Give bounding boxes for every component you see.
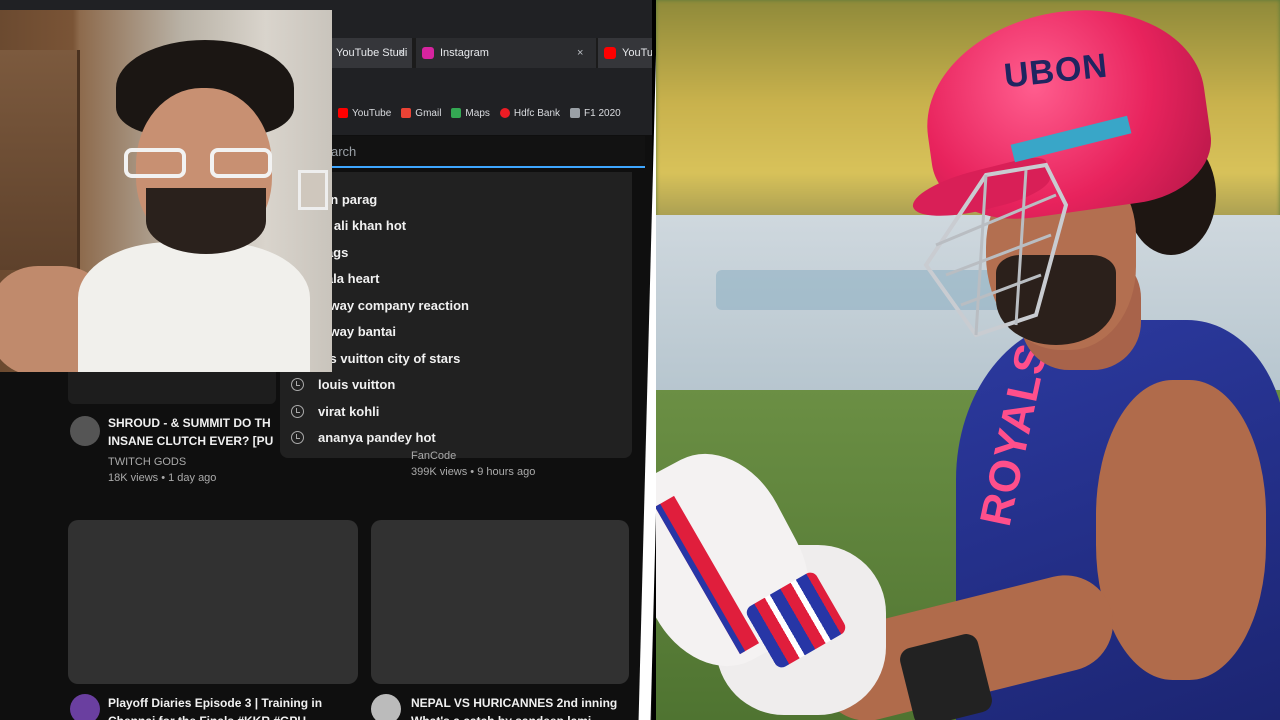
search-suggestions-dropdown: ran parag ra ali khan hot nags pala hear… — [280, 172, 632, 458]
suggestion-text: virat kohli — [318, 403, 380, 419]
video-stats: 399K views • 9 hours ago — [411, 466, 536, 478]
video-title[interactable]: SHROUD - & SUMMIT DO TH — [108, 414, 273, 432]
suggestion-item[interactable]: niway bantai — [280, 318, 632, 344]
video-stats: 18K views • 1 day ago — [108, 472, 217, 484]
history-icon — [291, 430, 304, 444]
tab-label: Instagram — [440, 47, 489, 59]
history-icon — [291, 404, 304, 418]
video-title[interactable]: What's a catch by sandeep lami — [411, 712, 617, 720]
suggestion-item[interactable]: niway company reaction — [280, 292, 632, 318]
cricketer-photo: ROYALS UBON — [656, 0, 1280, 720]
suggestion-text: ananya pandey hot — [318, 429, 436, 445]
youtube-icon — [604, 47, 616, 59]
close-icon[interactable]: × — [398, 47, 404, 59]
gmail-icon — [401, 108, 412, 118]
tab-label: YouTube Studi — [336, 47, 408, 59]
channel-avatar[interactable] — [70, 416, 100, 446]
video-meta: Playoff Diaries Episode 3 | Training in … — [108, 694, 322, 720]
tab-instagram[interactable]: Instagram × — [416, 38, 596, 68]
channel-name[interactable]: TWITCH GODS — [108, 456, 273, 468]
channel-avatar[interactable] — [371, 694, 401, 720]
bookmark-gmail[interactable]: Gmail — [401, 108, 441, 119]
channel-avatar[interactable] — [70, 694, 100, 720]
webcam-vest — [78, 242, 310, 372]
video-thumbnail[interactable] — [68, 520, 358, 684]
webcam-photo-frame — [298, 170, 328, 210]
search-placeholder: arch — [331, 143, 357, 159]
tab-youtube-studio[interactable]: YouTube Studi × — [330, 38, 412, 68]
close-icon[interactable]: × — [577, 47, 583, 59]
bookmark-label: YouTube — [352, 107, 392, 119]
suggestion-text: louis vuitton — [318, 376, 396, 392]
tab-label: YouTu — [622, 47, 652, 59]
youtube-icon — [338, 108, 348, 118]
video-meta: NEPAL VS HURICANNES 2nd inning What's a … — [411, 694, 617, 720]
bookmark-f1[interactable]: F1 2020 — [570, 108, 621, 119]
bookmark-label: Gmail — [415, 107, 442, 119]
screen-recording-panel: YouTube Studi × Instagram × YouTu YouTub… — [0, 0, 652, 720]
suggestion-item[interactable]: nags — [280, 239, 632, 265]
webcam-glasses — [124, 148, 274, 178]
bookmarks-bar: YouTube Gmail Maps Hdfc Bank F1 2020 — [330, 100, 652, 126]
webcam-overlay — [0, 10, 332, 372]
bookmark-label: Hdfc Bank — [513, 107, 561, 119]
suggestion-text: niway company reaction — [318, 297, 469, 313]
instagram-icon — [422, 47, 434, 59]
video-thumbnail[interactable] — [371, 520, 629, 684]
suggestion-item[interactable]: ran parag — [280, 186, 632, 212]
video-title[interactable]: Chennai for the Finals #KKR #GPU — [108, 712, 322, 720]
suggestion-item[interactable]: virat kohli — [280, 398, 632, 424]
suggestion-item[interactable]: uis vuitton city of stars — [280, 345, 632, 371]
channel-name[interactable]: FanCode — [411, 450, 535, 462]
suggestion-item[interactable]: ra ali khan hot — [280, 212, 632, 238]
maps-icon — [451, 108, 462, 118]
history-icon — [291, 377, 304, 391]
video-meta: SHROUD - & SUMMIT DO TH INSANE CLUTCH EV… — [108, 414, 273, 484]
webcam-cabinet — [0, 50, 80, 270]
video-thumbnail-edge — [68, 372, 276, 404]
helmet-grille — [923, 162, 1069, 338]
bookmark-label: Maps — [465, 107, 490, 119]
video-meta: FanCode 399K views • 9 hours ago — [411, 450, 535, 478]
search-input[interactable]: arch — [325, 136, 645, 168]
bookmark-hdfc[interactable]: Hdfc Bank — [499, 107, 561, 119]
bookmark-youtube[interactable]: YouTube — [338, 108, 391, 119]
bookmark-label: F1 2020 — [584, 107, 621, 119]
f1-icon — [570, 108, 581, 118]
player-arm — [1096, 380, 1266, 680]
video-title[interactable]: Playoff Diaries Episode 3 | Training in — [108, 694, 322, 712]
suggestion-item[interactable]: ananya pandey hot — [280, 424, 632, 450]
suggestion-text: uis vuitton city of stars — [318, 350, 461, 366]
tab-youtube[interactable]: YouTu — [598, 38, 652, 68]
suggestion-item[interactable]: pala heart — [280, 265, 632, 291]
suggestion-item[interactable]: louis vuitton — [280, 371, 632, 397]
webcam-beard — [146, 188, 266, 254]
video-title[interactable]: INSANE CLUTCH EVER? [PU — [108, 432, 273, 450]
video-title[interactable]: NEPAL VS HURICANNES 2nd inning — [411, 694, 617, 712]
bookmark-maps[interactable]: Maps — [451, 107, 490, 119]
hdfc-icon — [499, 108, 510, 118]
